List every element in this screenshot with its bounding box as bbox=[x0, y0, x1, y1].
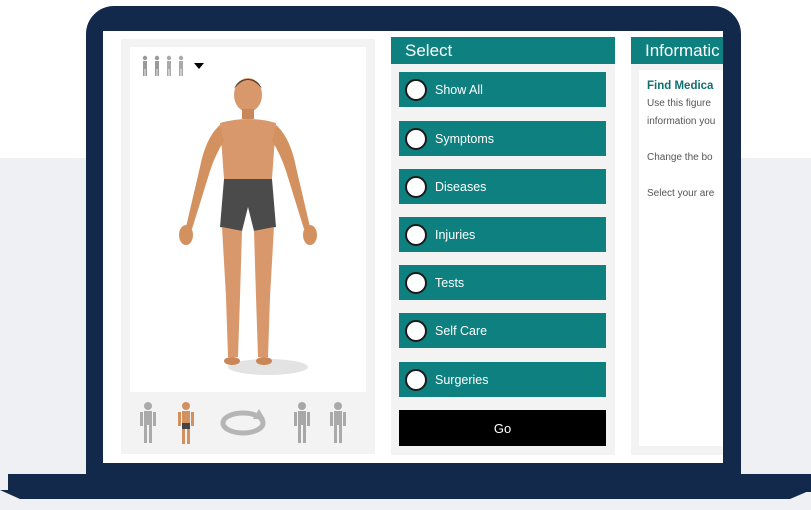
figure-thumbnails bbox=[121, 395, 375, 450]
option-label: Tests bbox=[435, 275, 465, 290]
radio-button[interactable] bbox=[405, 78, 427, 101]
information-text: information you bbox=[647, 116, 716, 127]
option-symptoms[interactable]: Symptoms bbox=[399, 121, 606, 156]
option-surgeries[interactable]: Surgeries bbox=[399, 362, 606, 397]
information-body: Find Medica Use this figure information … bbox=[639, 70, 723, 446]
male-skeleton-thumb-icon[interactable] bbox=[137, 400, 159, 446]
option-label: Symptoms bbox=[435, 131, 495, 146]
radio-button[interactable] bbox=[405, 175, 427, 198]
laptop-foot bbox=[0, 490, 811, 510]
body-figure-panel bbox=[121, 39, 375, 454]
radio-button[interactable] bbox=[405, 319, 427, 342]
option-diseases[interactable]: Diseases bbox=[399, 169, 606, 204]
human-body-figure[interactable] bbox=[158, 67, 338, 387]
option-show-all[interactable]: Show All bbox=[399, 72, 606, 107]
female-body-thumb-icon[interactable] bbox=[291, 400, 313, 446]
information-title: Find Medica bbox=[647, 80, 714, 92]
option-injuries[interactable]: Injuries bbox=[399, 217, 606, 252]
option-tests[interactable]: Tests bbox=[399, 265, 606, 300]
male-body-thumb-icon[interactable] bbox=[175, 400, 197, 446]
option-label: Self Care bbox=[435, 323, 488, 338]
body-views-icon bbox=[142, 55, 148, 76]
radio-button[interactable] bbox=[405, 127, 427, 150]
option-label: Injuries bbox=[435, 227, 476, 242]
option-label: Show All bbox=[435, 82, 483, 97]
select-heading: Select bbox=[391, 37, 615, 64]
radio-button[interactable] bbox=[405, 271, 427, 294]
go-button[interactable]: Go bbox=[399, 410, 606, 446]
information-text: Use this figure bbox=[647, 98, 711, 109]
female-skeleton-thumb-icon[interactable] bbox=[327, 400, 349, 446]
rotate-icon[interactable] bbox=[219, 405, 267, 441]
option-label: Diseases bbox=[435, 179, 487, 194]
page: Select Show All Symptoms Diseases Injuri… bbox=[0, 0, 811, 510]
body-figure-stage[interactable] bbox=[130, 47, 366, 392]
option-label: Surgeries bbox=[435, 372, 489, 387]
information-heading: Informatic bbox=[631, 37, 723, 64]
screen: Select Show All Symptoms Diseases Injuri… bbox=[103, 31, 723, 463]
select-panel: Select Show All Symptoms Diseases Injuri… bbox=[391, 37, 615, 455]
radio-button[interactable] bbox=[405, 368, 427, 391]
information-text: Change the bo bbox=[647, 152, 713, 163]
information-panel: Informatic Find Medica Use this figure i… bbox=[631, 37, 723, 455]
radio-button[interactable] bbox=[405, 223, 427, 246]
information-text: Select your are bbox=[647, 188, 715, 199]
option-self-care[interactable]: Self Care bbox=[399, 313, 606, 348]
